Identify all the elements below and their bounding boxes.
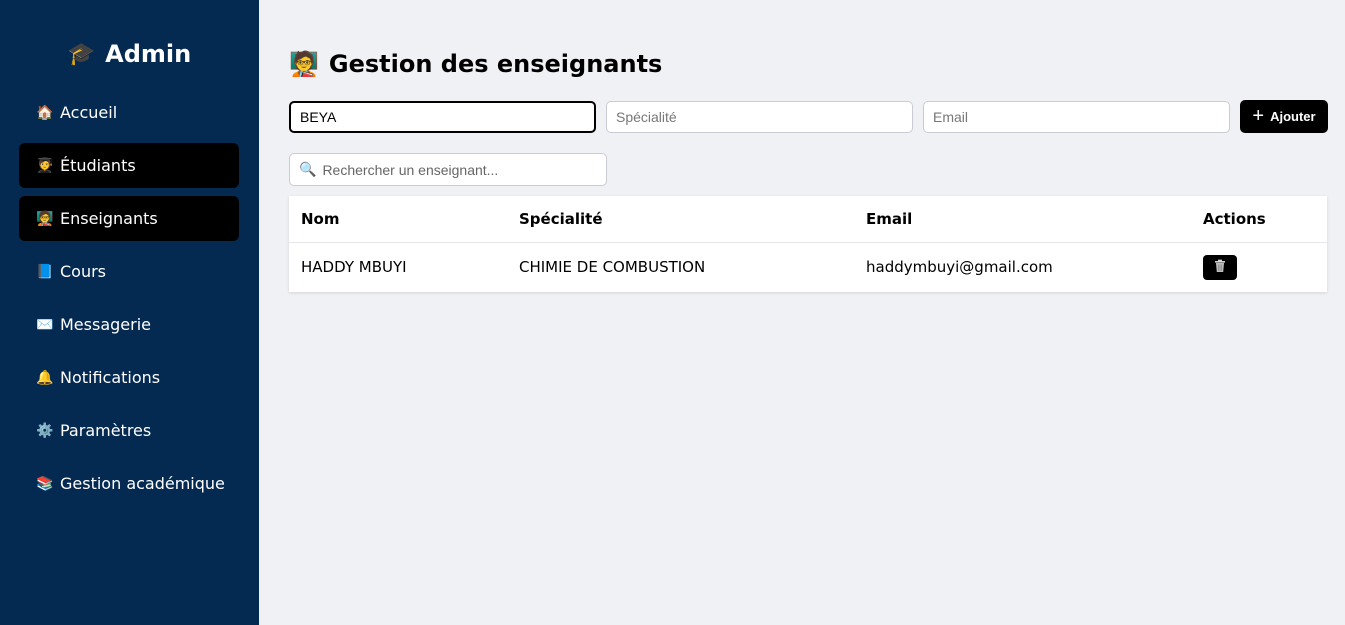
delete-button[interactable] — [1203, 254, 1237, 280]
column-header-specialite: Spécialité — [507, 196, 854, 243]
magnifier-icon: 🔍 — [299, 161, 317, 177]
brand: 🎓 Admin — [0, 40, 259, 68]
teacher-icon: 🧑‍🏫 — [289, 50, 319, 78]
cell-email: haddymbuyi@gmail.com — [866, 258, 1053, 277]
page-title: 🧑‍🏫 Gestion des enseignants — [289, 50, 662, 78]
add-button-label: Ajouter — [1270, 109, 1316, 124]
sidebar-item-label: Notifications — [60, 368, 161, 387]
table-header-row: Nom Spécialité Email Actions — [289, 196, 1327, 243]
page-title-label: Gestion des enseignants — [328, 50, 663, 78]
sidebar-item-messagerie[interactable]: ✉️ Messagerie — [19, 302, 239, 347]
sidebar-item-label: Cours — [60, 262, 107, 281]
sidebar-item-label: Paramètres — [60, 421, 152, 440]
sidebar-item-notifications[interactable]: 🔔 Notifications — [19, 355, 239, 400]
sidebar-item-label: Gestion académique — [60, 474, 225, 493]
books-icon: 📚 — [36, 475, 54, 492]
bell-icon: 🔔 — [36, 369, 54, 386]
search-input[interactable] — [322, 161, 606, 178]
gear-icon: ⚙️ — [36, 422, 54, 439]
sidebar-item-parametres[interactable]: ⚙️ Paramètres — [19, 408, 239, 453]
trash-icon — [1213, 259, 1227, 276]
plus-icon: + — [1252, 104, 1265, 127]
add-teacher-button[interactable]: + Ajouter — [1240, 100, 1328, 133]
column-header-actions: Actions — [1191, 196, 1327, 243]
cell-specialite: CHIMIE DE COMBUSTION — [519, 258, 706, 277]
column-header-email: Email — [854, 196, 1191, 243]
cell-nom: HADDY MBUYI — [301, 258, 407, 277]
brand-label: Admin — [105, 40, 192, 68]
student-icon: 🧑‍🎓 — [36, 157, 54, 174]
teachers-table-card: Nom Spécialité Email Actions HADDY MBUYI… — [289, 196, 1327, 292]
graduation-cap-icon: 🎓 — [67, 41, 96, 67]
sidebar-item-enseignants[interactable]: 🧑‍🏫 Enseignants — [19, 196, 239, 241]
envelope-icon: ✉️ — [36, 316, 54, 333]
specialite-input[interactable] — [606, 100, 913, 133]
sidebar-nav: 🏠 Accueil 🧑‍🎓 Étudiants 🧑‍🏫 Enseignants … — [19, 90, 239, 514]
search-box[interactable]: 🔍 — [289, 153, 607, 186]
email-input[interactable] — [923, 100, 1230, 133]
nom-input[interactable] — [289, 100, 596, 133]
sidebar-item-label: Enseignants — [60, 209, 158, 228]
sidebar-item-gestion-academique[interactable]: 📚 Gestion académique — [19, 461, 239, 506]
cell-actions — [1191, 242, 1327, 292]
teacher-icon: 🧑‍🏫 — [36, 210, 54, 227]
sidebar-item-accueil[interactable]: 🏠 Accueil — [19, 90, 239, 135]
column-header-nom: Nom — [289, 196, 507, 243]
sidebar: 🎓 Admin 🏠 Accueil 🧑‍🎓 Étudiants 🧑‍🏫 Ense… — [0, 0, 259, 625]
main-content: 🧑‍🏫 Gestion des enseignants + Ajouter 🔍 … — [259, 0, 1345, 625]
sidebar-item-label: Messagerie — [60, 315, 151, 334]
book-icon: 📘 — [36, 263, 54, 280]
sidebar-item-label: Étudiants — [60, 156, 136, 175]
add-teacher-form: + Ajouter — [289, 100, 1328, 133]
house-icon: 🏠 — [36, 104, 54, 121]
sidebar-item-label: Accueil — [60, 103, 118, 122]
sidebar-item-cours[interactable]: 📘 Cours — [19, 249, 239, 294]
sidebar-item-etudiants[interactable]: 🧑‍🎓 Étudiants — [19, 143, 239, 188]
table-row: HADDY MBUYI CHIMIE DE COMBUSTION haddymb… — [289, 242, 1327, 292]
teachers-table: Nom Spécialité Email Actions HADDY MBUYI… — [289, 196, 1327, 292]
